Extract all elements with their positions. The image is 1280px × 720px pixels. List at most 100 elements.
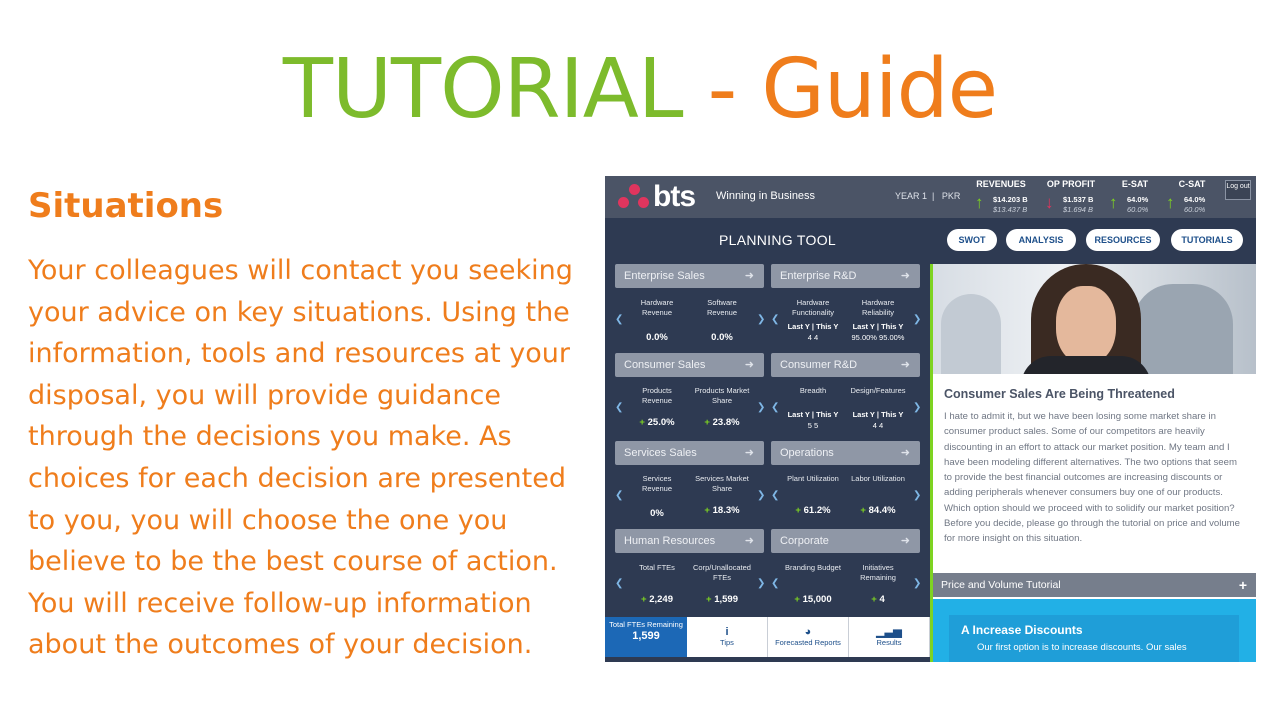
metric-prev: $13.437 B [993, 205, 1028, 214]
arrow-right-icon: ➜ [744, 270, 754, 282]
category-title: Consumer R&D [780, 359, 858, 371]
total-ftes-value: 1,599 [632, 630, 660, 642]
option-a-title: A Increase Discounts [961, 623, 1083, 637]
chevron-left-icon[interactable]: ❮ [771, 578, 779, 589]
cell-value: + 4 [871, 594, 885, 605]
cell-value: + 23.8% [704, 417, 740, 428]
chevron-left-icon[interactable]: ❮ [615, 314, 623, 325]
category-services-sales[interactable]: Services Sales ➜ [615, 441, 764, 465]
metric-prev: $1.694 B [1063, 205, 1094, 214]
metric-label: REVENUES [976, 179, 1026, 189]
app-topbar: bts Winning in Business YEAR 1 | PKR REV… [605, 176, 1256, 218]
results-label: Results [876, 638, 902, 647]
tab-swot[interactable]: SWOT [947, 229, 997, 251]
total-ftes-label: Total FTEs Remaining [609, 620, 683, 629]
metric-csat: C-SAT ↑ 64.0% 60.0% [1162, 179, 1222, 217]
cell-label: Plant Utilization [787, 474, 839, 483]
category-title: Services Sales [624, 447, 697, 459]
metric-value: $1.537 B [1063, 195, 1094, 204]
metric-prev: 60.0% [1184, 205, 1206, 214]
team-label: PKR [941, 191, 961, 201]
section-heading: Situations [28, 186, 224, 226]
price-volume-tutorial-toggle[interactable]: Price and Volume Tutorial + [933, 573, 1256, 597]
last-this-year: Last Y | This Y4 4 [852, 410, 904, 430]
category-corporate[interactable]: Corporate ➜ [771, 529, 920, 553]
arrow-up-icon: ↑ [1109, 193, 1118, 212]
logout-button[interactable]: Log out [1225, 180, 1251, 200]
chevron-right-icon[interactable]: ❯ [913, 402, 921, 413]
category-enterprise-sales[interactable]: Enterprise Sales ➜ [615, 264, 764, 288]
tips-button[interactable]: i Tips [687, 617, 768, 657]
logo-dots-icon [618, 184, 652, 212]
app-name: Winning in Business [716, 190, 816, 202]
plus-icon: + [860, 505, 866, 516]
category-title: Enterprise Sales [624, 270, 705, 282]
chevron-right-icon[interactable]: ❯ [913, 314, 921, 325]
cell-label: Corp/Unallocated FTEs [693, 563, 751, 582]
cell-value: 0.0% [711, 332, 733, 343]
arrow-right-icon: ➜ [900, 535, 910, 547]
chevron-left-icon[interactable]: ❮ [771, 490, 779, 501]
cell-value: + 2,249 [641, 594, 673, 605]
chevron-right-icon[interactable]: ❯ [757, 578, 765, 589]
cell-label: Products Revenue [641, 386, 673, 405]
plus-icon: + [704, 417, 710, 428]
cell-label: Branding Budget [785, 563, 841, 572]
chevron-left-icon[interactable]: ❮ [615, 402, 623, 413]
cell-label: Services Market Share [695, 474, 749, 493]
cell-value: + 84.4% [860, 505, 896, 516]
chevron-left-icon[interactable]: ❮ [615, 578, 623, 589]
cell-label: Initiatives Remaining [860, 563, 896, 582]
last-this-year: Last Y | This Y5 5 [787, 410, 839, 430]
logo: bts [653, 180, 696, 213]
body-text: Your colleagues will contact you seeking… [28, 255, 573, 661]
chevron-left-icon[interactable]: ❮ [615, 490, 623, 501]
plus-icon: + [704, 505, 710, 516]
chevron-right-icon[interactable]: ❯ [757, 314, 765, 325]
category-enterprise-rd[interactable]: Enterprise R&D ➜ [771, 264, 920, 288]
businesswoman-photo [933, 264, 1256, 374]
category-title: Consumer Sales [624, 359, 706, 371]
tab-tutorials[interactable]: TUTORIALS [1171, 229, 1243, 251]
arrow-right-icon: ➜ [744, 359, 754, 371]
chevron-left-icon[interactable]: ❮ [771, 314, 779, 325]
cell-value: + 1,599 [706, 594, 738, 605]
metric-label: E-SAT [1121, 179, 1149, 189]
category-operations[interactable]: Operations ➜ [771, 441, 920, 465]
category-consumer-rd[interactable]: Consumer R&D ➜ [771, 353, 920, 377]
tab-analysis[interactable]: ANALYSIS [1006, 229, 1076, 251]
tutorial-label: Price and Volume Tutorial [941, 579, 1061, 591]
cell-label: Hardware Revenue [640, 298, 674, 317]
tab-resources[interactable]: RESOURCES [1086, 229, 1160, 251]
plus-icon: + [871, 594, 877, 605]
category-human-resources[interactable]: Human Resources ➜ [615, 529, 764, 553]
cell-value: 0% [650, 508, 664, 519]
cell-label: Total FTEs [639, 563, 675, 572]
cell-label: Hardware Reliability [861, 298, 895, 317]
forecasted-reports-button[interactable]: ◕ Forecasted Reports [768, 617, 849, 657]
plus-icon: + [641, 594, 647, 605]
arrow-right-icon: ➜ [744, 535, 754, 547]
total-ftes-remaining: Total FTEs Remaining 1,599 [605, 617, 687, 657]
chevron-right-icon[interactable]: ❯ [913, 490, 921, 501]
chevron-right-icon[interactable]: ❯ [913, 578, 921, 589]
category-title: Operations [780, 447, 834, 459]
option-a-card[interactable]: A Increase Discounts Our first option is… [949, 615, 1239, 662]
cell-label: Labor Utilization [851, 474, 905, 483]
chevron-left-icon[interactable]: ❮ [771, 402, 779, 413]
metric-value: $14.203 B [993, 195, 1028, 204]
chevron-right-icon[interactable]: ❯ [757, 490, 765, 501]
year-indicator: YEAR 1 | PKR [895, 191, 960, 201]
category-title: Corporate [780, 535, 829, 547]
metric-label: OP PROFIT [1046, 179, 1096, 189]
metric-value: 64.0% [1127, 195, 1149, 204]
arrow-up-icon: ↑ [1166, 193, 1175, 212]
chevron-right-icon[interactable]: ❯ [757, 402, 765, 413]
options-area: A Increase Discounts Our first option is… [933, 599, 1256, 662]
year-separator: | [932, 191, 935, 201]
info-icon: i [725, 626, 729, 638]
arrow-right-icon: ➜ [744, 447, 754, 459]
results-button[interactable]: ▁▃▅ Results [849, 617, 930, 657]
category-consumer-sales[interactable]: Consumer Sales ➜ [615, 353, 764, 377]
arrow-right-icon: ➜ [900, 359, 910, 371]
